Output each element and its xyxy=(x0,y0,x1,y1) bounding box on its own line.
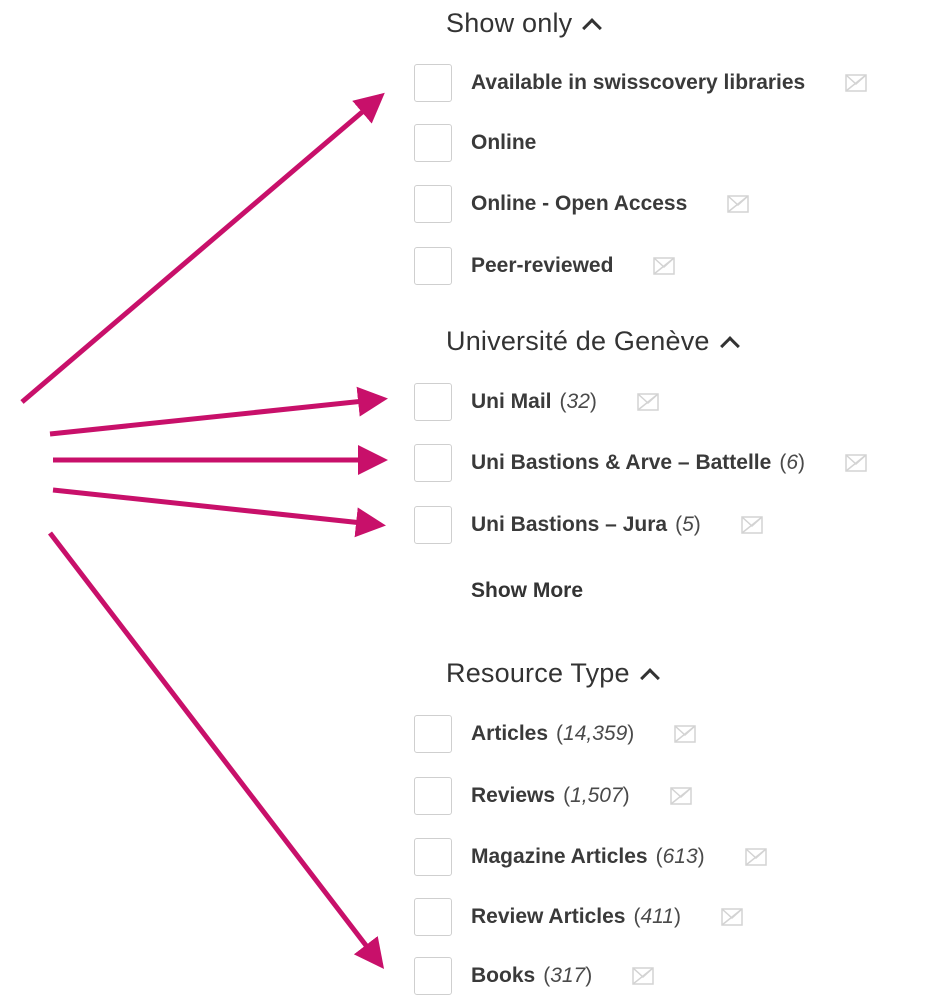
facet-label[interactable]: Review Articles xyxy=(471,905,625,929)
facet-count: (32) xyxy=(559,390,597,413)
checkbox[interactable] xyxy=(414,838,452,876)
facet-count: (6) xyxy=(779,451,805,474)
exclude-envelope-icon[interactable] xyxy=(721,907,743,927)
facet-label[interactable]: Reviews xyxy=(471,784,555,808)
checkbox[interactable] xyxy=(414,444,452,482)
facet-row-reviews[interactable]: Reviews (1,507) xyxy=(414,776,692,816)
exclude-envelope-icon[interactable] xyxy=(845,453,867,473)
arrow-to-books xyxy=(48,531,385,969)
facet-count: (613) xyxy=(655,845,705,868)
facet-label[interactable]: Available in swisscovery libraries xyxy=(471,71,805,95)
checkbox[interactable] xyxy=(414,957,452,995)
checkbox[interactable] xyxy=(414,898,452,936)
facet-count: (14,359) xyxy=(556,722,635,745)
exclude-envelope-icon[interactable] xyxy=(845,73,867,93)
checkbox[interactable] xyxy=(414,124,452,162)
facet-count: (317) xyxy=(543,964,593,987)
facet-label[interactable]: Uni Bastions & Arve – Battelle xyxy=(471,451,771,475)
facet-title-text: Université de Genève xyxy=(446,326,710,356)
exclude-envelope-icon[interactable] xyxy=(637,392,659,412)
facet-title-resource-type[interactable]: Resource Type xyxy=(446,658,660,689)
facet-label[interactable]: Uni Bastions – Jura xyxy=(471,513,667,537)
facet-row-peer-reviewed[interactable]: Peer-reviewed xyxy=(414,246,676,286)
checkbox[interactable] xyxy=(414,715,452,753)
checkbox[interactable] xyxy=(414,506,452,544)
facet-label[interactable]: Articles xyxy=(471,722,548,746)
facet-row-review-articles[interactable]: Review Articles (411) xyxy=(414,897,743,937)
checkbox[interactable] xyxy=(414,185,452,223)
exclude-envelope-icon[interactable] xyxy=(727,194,750,214)
facet-row-available[interactable]: Available in swisscovery libraries xyxy=(414,63,867,103)
chevron-up-icon[interactable] xyxy=(639,667,660,688)
facet-label[interactable]: Uni Mail xyxy=(471,390,552,414)
facet-label[interactable]: Books xyxy=(471,964,535,988)
exclude-envelope-icon[interactable] xyxy=(674,724,697,744)
facet-title-unige[interactable]: Université de Genève xyxy=(446,326,740,357)
checkbox[interactable] xyxy=(414,777,452,815)
chevron-up-icon[interactable] xyxy=(582,17,603,38)
arrow-to-available xyxy=(20,92,385,404)
show-more-button[interactable]: Show More xyxy=(471,579,583,603)
facet-row-books[interactable]: Books (317) xyxy=(414,956,654,996)
exclude-envelope-icon[interactable] xyxy=(669,786,692,806)
checkbox[interactable] xyxy=(414,64,452,102)
chevron-up-icon[interactable] xyxy=(719,335,740,356)
facet-label[interactable]: Magazine Articles xyxy=(471,845,648,869)
facet-count: (5) xyxy=(675,513,701,536)
facet-row-uni-mail[interactable]: Uni Mail (32) xyxy=(414,382,659,422)
facet-count: (411) xyxy=(633,905,681,928)
facet-title-text: Show only xyxy=(446,8,573,38)
facet-label[interactable]: Peer-reviewed xyxy=(471,254,613,278)
checkbox[interactable] xyxy=(414,247,452,285)
facet-label[interactable]: Online xyxy=(471,131,536,155)
facet-title-show-only[interactable]: Show only xyxy=(446,8,603,39)
facet-row-open-access[interactable]: Online - Open Access xyxy=(414,184,750,224)
exclude-envelope-icon[interactable] xyxy=(653,256,676,276)
facet-row-articles[interactable]: Articles (14,359) xyxy=(414,714,697,754)
exclude-envelope-icon[interactable] xyxy=(741,515,763,535)
exclude-envelope-icon[interactable] xyxy=(744,847,767,867)
facet-label[interactable]: Online - Open Access xyxy=(471,192,687,216)
facet-title-text: Resource Type xyxy=(446,658,630,688)
arrow-to-jura xyxy=(52,487,386,538)
arrow-to-uni-mail xyxy=(49,386,388,437)
facet-row-jura[interactable]: Uni Bastions – Jura (5) xyxy=(414,505,763,545)
facet-count: (1,507) xyxy=(563,784,630,807)
checkbox[interactable] xyxy=(414,383,452,421)
facet-row-magazine-articles[interactable]: Magazine Articles (613) xyxy=(414,837,767,877)
exclude-envelope-icon[interactable] xyxy=(632,966,654,986)
facet-row-battelle[interactable]: Uni Bastions & Arve – Battelle (6) xyxy=(414,443,867,483)
facet-row-online[interactable]: Online xyxy=(414,123,536,163)
